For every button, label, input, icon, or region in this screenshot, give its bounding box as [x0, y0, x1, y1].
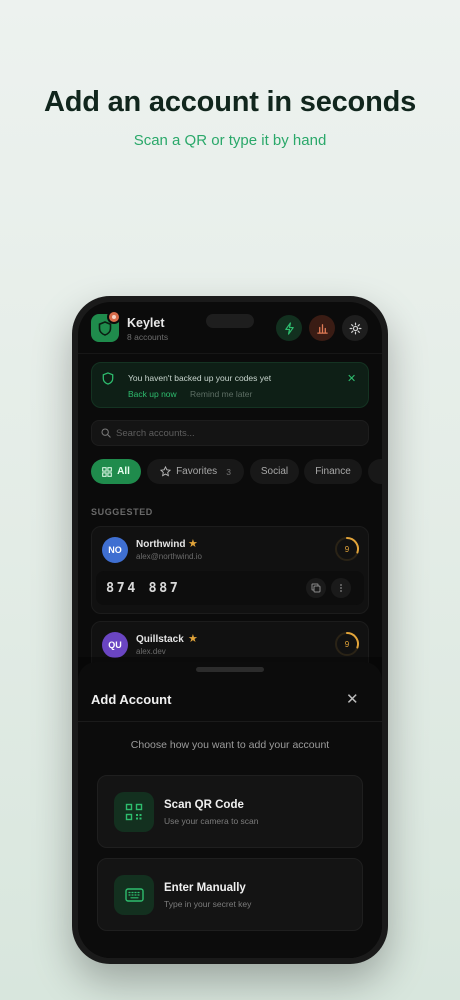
filter-chip-social[interactable]: Social: [250, 459, 299, 484]
countdown-timer: 9: [334, 631, 360, 657]
phone-screen: Keylet 8 accounts You haven't backed up …: [78, 302, 382, 958]
filter-chip-finance[interactable]: Finance: [304, 459, 362, 484]
chip-label: Favorites: [176, 466, 218, 477]
app-name: Keylet: [127, 316, 165, 330]
star-icon[interactable]: ★: [188, 537, 198, 550]
hero-subtitle: Scan a QR or type it by hand: [133, 132, 327, 149]
remind-later-link[interactable]: Remind me later: [190, 389, 252, 399]
more-vertical-icon: [340, 584, 342, 592]
filter-chips: All Favorites 3 Social Finance: [91, 459, 382, 485]
option-description: Use your camera to scan: [164, 816, 259, 826]
keyboard-icon: [114, 875, 154, 915]
scan-qr-option[interactable]: Scan QR Code Use your camera to scan: [97, 775, 363, 848]
otp-code-row: 874 887: [96, 571, 364, 605]
quick-action-button[interactable]: [276, 315, 302, 341]
camera-notch: [206, 314, 254, 328]
app-header: Keylet 8 accounts: [78, 302, 382, 354]
option-title: Enter Manually: [164, 882, 246, 894]
sheet-drag-handle[interactable]: [196, 667, 264, 672]
grid-icon: [102, 466, 112, 477]
copy-icon: [311, 583, 321, 593]
account-name: Quillstack: [136, 634, 184, 645]
backup-banner: You haven't backed up your codes yet Bac…: [91, 362, 369, 408]
sheet-title: Add Account: [91, 692, 172, 707]
chip-label: All: [117, 466, 130, 477]
chip-label: Finance: [315, 466, 351, 477]
avatar: QU: [102, 632, 128, 658]
chip-count: 3: [226, 466, 231, 477]
more-button[interactable]: [331, 578, 351, 598]
timer-seconds: 9: [344, 544, 350, 554]
account-card[interactable]: NO Northwind ★ alex@northwind.io 9 874 8…: [91, 526, 369, 614]
countdown-timer: 9: [334, 536, 360, 562]
gear-icon: [349, 322, 361, 334]
account-email: alex.dev: [136, 647, 166, 656]
banner-message: You haven't backed up your codes yet: [128, 373, 272, 383]
sheet-hint: Choose how you want to add your account: [130, 739, 330, 751]
search-input[interactable]: [116, 425, 356, 441]
close-icon[interactable]: ✕: [346, 690, 359, 708]
search-icon: [101, 428, 111, 438]
option-title: Scan QR Code: [164, 799, 244, 811]
account-count: 8 accounts: [127, 332, 169, 342]
shield-icon: [102, 372, 114, 385]
flash-icon: [284, 321, 294, 335]
stats-button[interactable]: [309, 315, 335, 341]
filter-chip-favorites[interactable]: Favorites 3: [147, 459, 244, 484]
alert-badge-icon: [107, 310, 121, 324]
phone-frame: Keylet 8 accounts You haven't backed up …: [72, 296, 388, 964]
account-email: alex@northwind.io: [136, 552, 202, 561]
settings-button[interactable]: [342, 315, 368, 341]
star-icon[interactable]: ★: [188, 632, 198, 645]
account-name: Northwind: [136, 539, 186, 550]
hero-title: Add an account in seconds: [43, 86, 417, 118]
stats-icon: [316, 323, 328, 334]
copy-button[interactable]: [306, 578, 326, 598]
close-icon[interactable]: ✕: [347, 372, 356, 385]
enter-manually-option[interactable]: Enter Manually Type in your secret key: [97, 858, 363, 931]
chip-label: Social: [260, 466, 289, 477]
divider: [78, 721, 382, 722]
filter-chip-overflow[interactable]: [368, 459, 382, 484]
option-description: Type in your secret key: [164, 899, 252, 909]
backup-now-link[interactable]: Back up now: [128, 389, 177, 399]
search-bar: [91, 420, 369, 446]
timer-seconds: 9: [344, 639, 350, 649]
qr-code-icon: [114, 792, 154, 832]
avatar: NO: [102, 537, 128, 563]
add-account-sheet: Add Account ✕ Choose how you want to add…: [78, 662, 382, 958]
star-outline-icon: [160, 466, 172, 477]
filter-chip-all[interactable]: All: [91, 459, 141, 484]
otp-code[interactable]: 874 887: [106, 580, 180, 596]
section-label: SUGGESTED: [91, 507, 153, 517]
